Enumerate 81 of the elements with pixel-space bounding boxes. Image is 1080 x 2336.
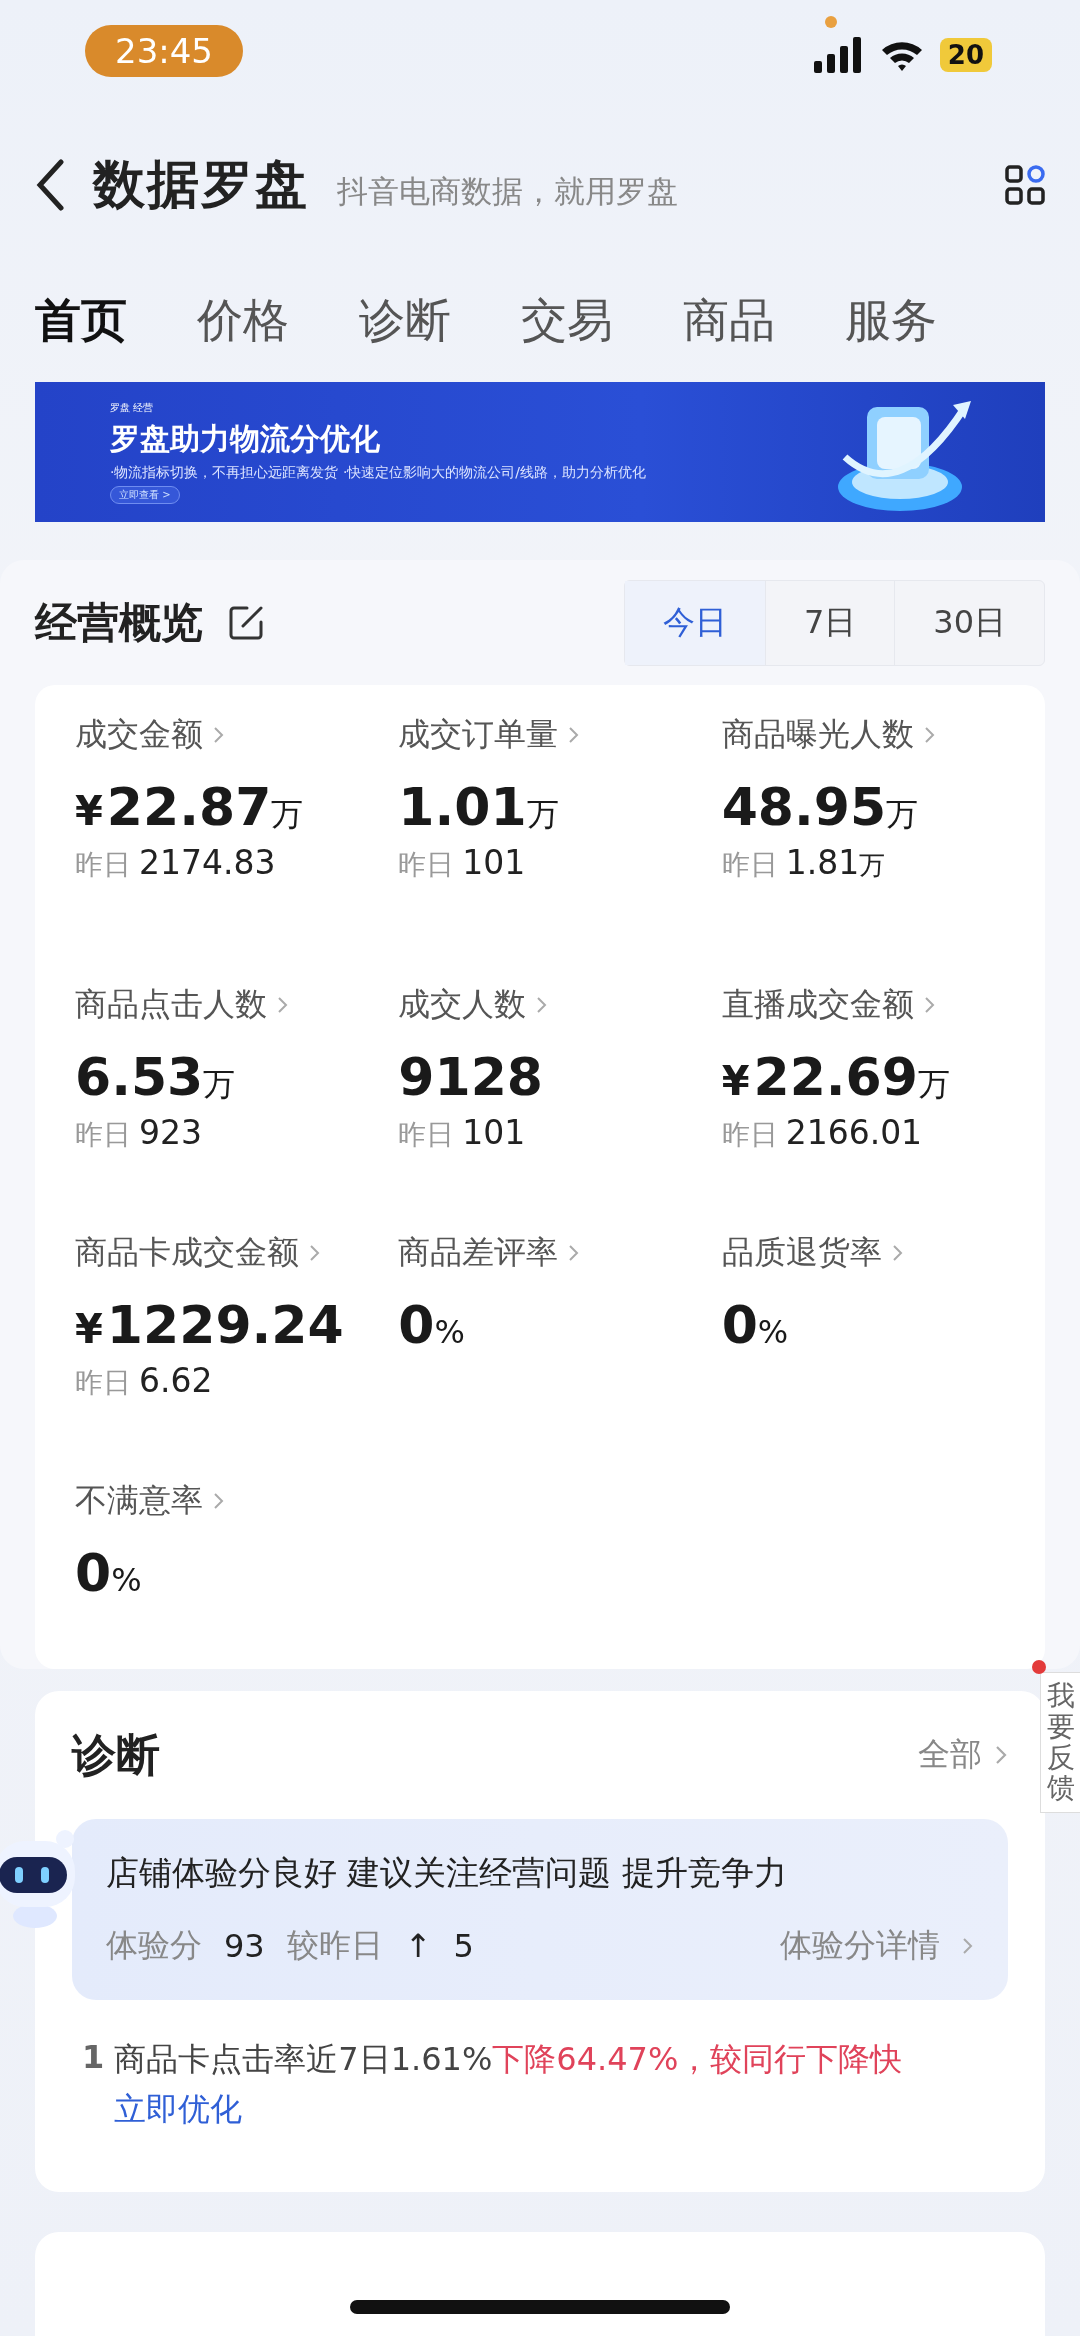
metric-label[interactable]: 商品卡成交金额: [75, 1231, 299, 1275]
metric-value: 0%: [721, 1295, 790, 1355]
yesterday-value: 1.81万: [785, 843, 886, 883]
chevron-icon: [923, 725, 936, 745]
optimize-link[interactable]: 立即优化: [114, 2088, 903, 2132]
back-icon[interactable]: [35, 159, 65, 211]
nav-tab[interactable]: 首页: [35, 290, 127, 352]
metric-value: ¥22.69万: [721, 1047, 951, 1107]
period-tab[interactable]: 今日: [624, 580, 765, 665]
banner-title: 罗盘助力物流分优化: [110, 419, 381, 458]
chevron-icon: [213, 1491, 225, 1511]
yesterday-value: 6.62: [139, 1361, 213, 1400]
metric-value: 9128: [398, 1047, 545, 1107]
nav-tab[interactable]: 商品: [683, 290, 775, 352]
nav-tab[interactable]: 交易: [521, 290, 613, 352]
period-tab[interactable]: 30日: [894, 580, 1044, 665]
battery-icon: 20: [939, 38, 992, 72]
metric-value: 0%: [398, 1295, 466, 1355]
yesterday-value: 2166.01: [785, 1113, 923, 1152]
metric-label[interactable]: 品质退货率: [721, 1231, 882, 1275]
chevron-icon: [568, 1243, 581, 1263]
metric-label[interactable]: 成交订单量: [398, 713, 559, 757]
yesterday-label: 昨日: [721, 1117, 778, 1153]
metric-label[interactable]: 商品曝光人数: [721, 713, 914, 757]
nav-tab[interactable]: 服务: [845, 290, 937, 352]
privacy-dot-icon: [825, 16, 837, 28]
metric-value: 1.01万: [398, 777, 560, 837]
metric-value: 48.95万: [721, 777, 920, 837]
yesterday-label: 昨日: [75, 847, 131, 883]
banner-button[interactable]: 立即查看 >: [110, 485, 180, 504]
yesterday-label: 昨日: [398, 847, 455, 883]
chevron-icon: [213, 725, 225, 745]
yesterday-value: 101: [462, 843, 526, 882]
score-card[interactable]: 店铺体验分良好 建议关注经营问题 提升竞争力 体验分 93 较昨日 ↑ 5 体验分详情: [72, 1819, 1008, 2000]
period-tab[interactable]: 7日: [764, 580, 895, 665]
metric-value: 0%: [75, 1543, 143, 1603]
view-all-link[interactable]: 全部: [918, 1733, 982, 1777]
yesterday-value: 2174.83: [139, 843, 276, 882]
nav-tab[interactable]: 价格: [197, 290, 289, 352]
section-title: 诊断: [72, 1727, 160, 1782]
metric-value: 6.53万: [75, 1047, 237, 1107]
status-time: 23:45: [85, 25, 243, 77]
metric-label[interactable]: 成交人数: [398, 983, 527, 1027]
metric-label[interactable]: 商品点击人数: [75, 983, 267, 1027]
score-summary: 店铺体验分良好 建议关注经营问题 提升竞争力: [106, 1852, 788, 1894]
banner-logo: 罗盘 经营: [110, 400, 155, 415]
metric-value: ¥22.87万: [75, 777, 305, 837]
page-title: 数据罗盘: [93, 153, 309, 216]
chevron-icon: [923, 995, 936, 1015]
metric-label[interactable]: 不满意率: [75, 1479, 203, 1523]
compare-label: 较昨日: [286, 1925, 383, 1966]
section-title: 经营概览: [35, 596, 203, 649]
chevron-icon: [309, 1243, 321, 1263]
chevron-icon: [891, 1243, 904, 1263]
up-arrow-icon: ↑: [404, 1927, 432, 1965]
score-label: 体验分: [106, 1925, 202, 1966]
notification-dot: [1032, 1660, 1046, 1674]
yesterday-label: 昨日: [75, 1365, 131, 1401]
issue-text: 商品卡点击率近7日1.61%下降64.47%，较同行下降快: [114, 2039, 903, 2080]
yesterday-label: 昨日: [398, 1117, 455, 1153]
page-subtitle: 抖音电商数据，就用罗盘: [337, 172, 678, 211]
metric-value: ¥1229.24: [75, 1295, 345, 1355]
yesterday-value: 923: [139, 1113, 202, 1152]
apps-icon[interactable]: [1005, 165, 1045, 205]
signal-icon: [813, 37, 864, 73]
feedback-tab[interactable]: 我要反馈: [1040, 1672, 1080, 1814]
nav-tab[interactable]: 诊断: [359, 290, 451, 352]
score-value: 93: [224, 1927, 265, 1965]
chevron-icon: [568, 725, 581, 745]
chevron-icon: [536, 995, 549, 1015]
yesterday-label: 昨日: [75, 1117, 131, 1153]
score-change: 5: [453, 1927, 474, 1965]
metric-label[interactable]: 成交金额: [75, 713, 203, 757]
issue-number: 1: [82, 2038, 105, 2078]
banner-subtitle: ·物流指标切换，不再担心远距离发货 ·快速定位影响大的物流公司/线路，助力分析优化: [110, 463, 647, 482]
yesterday-value: 101: [462, 1113, 526, 1152]
yesterday-label: 昨日: [721, 847, 778, 883]
metric-label[interactable]: 直播成交金额: [721, 983, 914, 1027]
metric-label[interactable]: 商品差评率: [398, 1231, 559, 1275]
promo-banner[interactable]: 罗盘 经营 罗盘助力物流分优化 ·物流指标切换，不再担心远距离发货 ·快速定位影响大的物流公司/线路，助力分析优化 立即查看 >: [35, 382, 1045, 522]
chevron-icon: [277, 995, 289, 1015]
